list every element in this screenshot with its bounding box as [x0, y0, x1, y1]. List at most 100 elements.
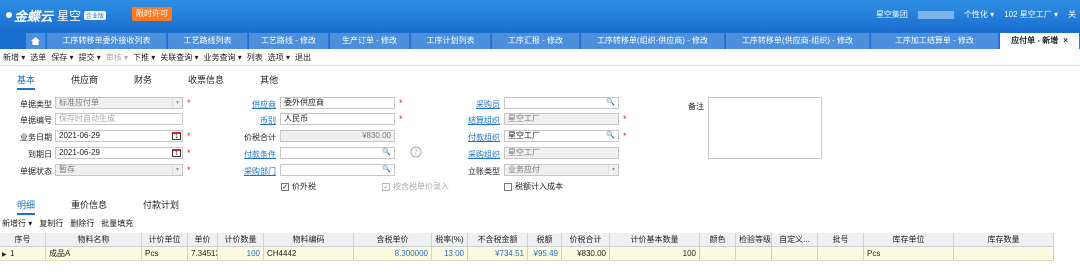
- supplier-input[interactable]: 委外供应商: [280, 97, 395, 109]
- toolbar-button-5[interactable]: 下推 ▾: [133, 52, 155, 63]
- search-icon[interactable]: 🔍: [382, 148, 391, 158]
- pay-terms-input[interactable]: 🔍: [280, 147, 395, 159]
- table-cell-17[interactable]: [954, 247, 1054, 261]
- tab-2[interactable]: 工艺路线 - 修改: [249, 33, 329, 49]
- grid-toolbar-button-3[interactable]: 批量填充: [101, 218, 133, 229]
- header-tab-2[interactable]: 财务: [134, 73, 152, 90]
- column-header-2[interactable]: 计价单位: [142, 233, 188, 247]
- tab-8[interactable]: 工序加工结算单 - 修改: [871, 33, 999, 49]
- org-switcher[interactable]: 102 星空工厂 ▾: [1004, 9, 1058, 20]
- table-cell-2[interactable]: Pcs: [142, 247, 188, 261]
- pay-terms-label[interactable]: 付款条件: [200, 149, 276, 160]
- toolbar-button-0[interactable]: 新增 ▾: [3, 52, 25, 63]
- column-header-4[interactable]: 计价数量: [218, 233, 264, 247]
- close-tab-icon[interactable]: ×: [1063, 36, 1068, 45]
- column-header-9[interactable]: 税额: [528, 233, 562, 247]
- buyer-input[interactable]: 🔍: [504, 97, 619, 109]
- search-icon[interactable]: 🔍: [382, 165, 391, 175]
- table-cell-4[interactable]: 100: [218, 247, 264, 261]
- column-header-7[interactable]: 税率(%): [432, 233, 468, 247]
- column-header-5[interactable]: 物料编码: [264, 233, 354, 247]
- bill-type-field[interactable]: 标准应付单 ▾: [55, 97, 183, 109]
- tax-in-cost-checkbox[interactable]: 税额计入成本: [504, 181, 563, 192]
- detail-tab-1[interactable]: 重价信息: [71, 198, 107, 215]
- purchase-dept-label[interactable]: 采购部门: [200, 166, 276, 177]
- column-header-1[interactable]: 物料名称: [46, 233, 142, 247]
- tab-5[interactable]: 工序汇报 - 修改: [492, 33, 580, 49]
- table-cell-11[interactable]: 100: [610, 247, 700, 261]
- column-header-3[interactable]: 单价: [188, 233, 218, 247]
- column-header-8[interactable]: 不含税金额: [468, 233, 528, 247]
- header-tab-0[interactable]: 基本: [17, 73, 36, 90]
- toolbar-button-3[interactable]: 提交 ▾: [79, 52, 101, 63]
- search-icon[interactable]: 🔍: [606, 98, 615, 108]
- tab-active[interactable]: 应付单 - 新增 ×: [1000, 33, 1080, 49]
- company-name[interactable]: 星空集团: [876, 9, 908, 20]
- tab-7[interactable]: 工序转移单(供应商-组织) - 修改: [726, 33, 870, 49]
- tab-4[interactable]: 工序计划列表: [411, 33, 491, 49]
- tab-0[interactable]: 工序转移单委外接收列表: [47, 33, 167, 49]
- trial-license-button[interactable]: 限时许可: [132, 7, 172, 21]
- header-tab-4[interactable]: 其他: [260, 73, 278, 90]
- tab-3[interactable]: 生产订单 - 修改: [330, 33, 410, 49]
- biz-date-input[interactable]: 2021-06-29 1: [55, 130, 183, 142]
- toolbar-button-6[interactable]: 关联查询 ▾: [160, 52, 198, 63]
- column-header-11[interactable]: 计价基本数量: [610, 233, 700, 247]
- status-field[interactable]: 暂存 ▾: [55, 164, 183, 176]
- header-tab-3[interactable]: 收票信息: [188, 73, 224, 90]
- detail-tab-2[interactable]: 付款计划: [143, 198, 179, 215]
- supplier-label[interactable]: 供应商: [200, 99, 276, 110]
- due-date-input[interactable]: 2021-06-29 1: [55, 147, 183, 159]
- tab-6[interactable]: 工序转移单(组织-供应商) - 修改: [581, 33, 725, 49]
- buyer-label[interactable]: 采购员: [440, 99, 500, 110]
- table-cell-7[interactable]: 13.00: [432, 247, 468, 261]
- toolbar-button-2[interactable]: 保存 ▾: [51, 52, 73, 63]
- table-cell-1[interactable]: 成品A: [46, 247, 142, 261]
- account-type-field[interactable]: 业务应付 ▾: [504, 164, 619, 176]
- help-icon[interactable]: ?: [410, 146, 422, 158]
- table-cell-10[interactable]: ¥830.00: [562, 247, 610, 261]
- home-tab[interactable]: [26, 33, 46, 49]
- table-cell-9[interactable]: ¥95.49: [528, 247, 562, 261]
- currency-input[interactable]: 人民币: [280, 113, 395, 125]
- pay-org-label[interactable]: 付款组织: [440, 132, 500, 143]
- table-cell-13[interactable]: [736, 247, 772, 261]
- settle-org-label[interactable]: 结算组织: [440, 115, 500, 126]
- table-cell-8[interactable]: ¥734.51: [468, 247, 528, 261]
- grid-toolbar-button-0[interactable]: 新增行 ▾: [2, 218, 32, 229]
- entry-by-tax-price-checkbox[interactable]: ✓ 按含税单价录入: [382, 181, 449, 192]
- column-header-12[interactable]: 颜色: [700, 233, 736, 247]
- purchase-dept-input[interactable]: 🔍: [280, 164, 395, 176]
- column-header-15[interactable]: 批号: [818, 233, 864, 247]
- bill-no-input[interactable]: 保存时自动生成: [55, 113, 183, 125]
- column-header-13[interactable]: 检验等级: [736, 233, 772, 247]
- toolbar-button-8[interactable]: 列表: [247, 52, 263, 63]
- toolbar-button-10[interactable]: 退出: [295, 52, 311, 63]
- table-cell-3[interactable]: 7.34513: [188, 247, 218, 261]
- grid-toolbar-button-1[interactable]: 复制行: [39, 218, 63, 229]
- table-cell-5[interactable]: CH4442: [264, 247, 354, 261]
- tab-1[interactable]: 工艺路线列表: [168, 33, 248, 49]
- toolbar-button-7[interactable]: 业务查询 ▾: [204, 52, 242, 63]
- grid-toolbar-button-2[interactable]: 删除行: [70, 218, 94, 229]
- search-icon[interactable]: 🔍: [606, 131, 615, 141]
- column-header-0[interactable]: 序号: [0, 233, 46, 247]
- column-header-10[interactable]: 价税合计: [562, 233, 610, 247]
- remark-textarea[interactable]: [708, 97, 822, 159]
- chevron-down-icon[interactable]: ▾: [172, 98, 182, 108]
- table-cell-16[interactable]: Pcs: [864, 247, 954, 261]
- table-row[interactable]: 1 成品A Pcs 7.34513 100 CH4442 8.300000 13.00 ¥734…: [0, 247, 1080, 261]
- calendar-icon[interactable]: 1: [172, 132, 181, 140]
- column-header-6[interactable]: 含税单价: [354, 233, 432, 247]
- toolbar-button-1[interactable]: 选单: [30, 52, 46, 63]
- pay-org-input[interactable]: 星空工厂 🔍: [504, 130, 619, 142]
- calendar-icon[interactable]: 1: [172, 149, 181, 157]
- table-cell-12[interactable]: [700, 247, 736, 261]
- column-header-16[interactable]: 库存单位: [864, 233, 954, 247]
- column-header-17[interactable]: 库存数量: [954, 233, 1054, 247]
- price-excl-tax-checkbox[interactable]: ✓ 价外税: [281, 181, 316, 192]
- detail-tab-0[interactable]: 明细: [17, 198, 36, 215]
- chevron-down-icon[interactable]: ▾: [608, 165, 618, 175]
- currency-label[interactable]: 币别: [200, 115, 276, 126]
- table-cell-14[interactable]: [772, 247, 818, 261]
